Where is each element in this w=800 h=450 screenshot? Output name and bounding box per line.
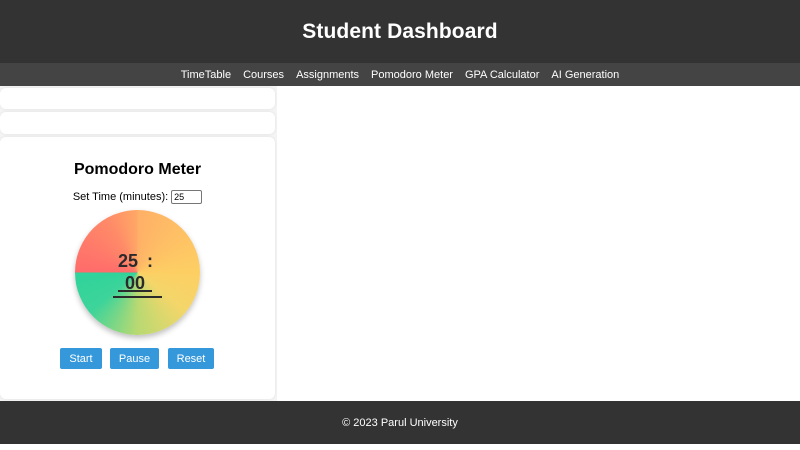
start-button[interactable]: Start (60, 348, 102, 369)
nav-item-timetable[interactable]: TimeTable (181, 69, 231, 81)
reset-button[interactable]: Reset (168, 348, 214, 369)
main-nav: TimeTable Courses Assignments Pomodoro M… (0, 63, 800, 86)
collapsed-card-courses (0, 112, 275, 134)
pomodoro-title: Pomodoro Meter (73, 161, 202, 178)
nav-item-pomodoro-meter[interactable]: Pomodoro Meter (371, 69, 453, 81)
nav-item-ai-generation[interactable]: AI Generation (551, 69, 619, 81)
set-time-row: Set Time (minutes): (0, 190, 275, 204)
content-area (277, 86, 800, 401)
set-time-input[interactable] (171, 190, 203, 204)
timer-minutes: 25 (118, 251, 139, 271)
nav-item-courses[interactable]: Courses (243, 69, 284, 81)
footer-copyright: © 2023 Parul University (342, 416, 458, 429)
pause-button[interactable]: Pause (110, 348, 159, 369)
nav-item-assignments[interactable]: Assignments (296, 69, 359, 81)
footer: © 2023 Parul University (0, 401, 800, 444)
timer-colon: : (147, 251, 153, 271)
set-time-label: Set Time (minutes): (72, 191, 169, 203)
header: Student Dashboard (0, 0, 800, 63)
bottom-strip (0, 444, 800, 450)
nav-item-gpa-calculator[interactable]: GPA Calculator (465, 69, 539, 81)
collapsed-card-timetable (0, 88, 275, 109)
timer-underline-1 (118, 290, 152, 292)
timer-underline-2 (113, 296, 162, 298)
page-title: Student Dashboard (302, 19, 498, 43)
